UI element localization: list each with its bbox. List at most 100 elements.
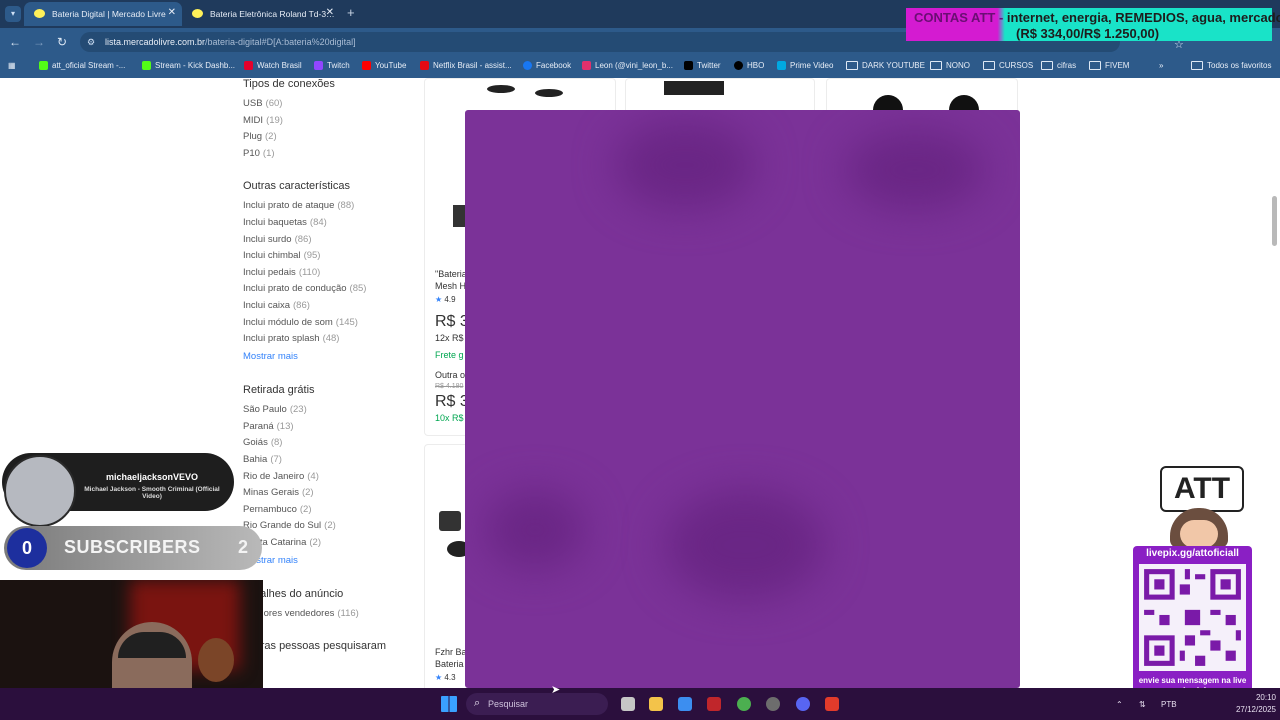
- bookmark-hbo[interactable]: HBO: [734, 61, 764, 70]
- bookmark-watch-brasil[interactable]: Watch Brasil: [244, 61, 302, 70]
- more-bookmarks-icon[interactable]: »: [1159, 61, 1163, 70]
- filter-item[interactable]: Inclui prato de ataque (88): [243, 200, 354, 211]
- filter-item[interactable]: Inclui prato de condução (85): [243, 283, 366, 294]
- bookmark-netflix[interactable]: Netflix Brasil - assist...: [420, 61, 512, 70]
- site-info-icon[interactable]: ⚙: [87, 37, 95, 48]
- all-bookmarks[interactable]: Todos os favoritos: [1191, 61, 1271, 70]
- taskbar-clock[interactable]: 20:10 27/12/2025: [1222, 692, 1276, 716]
- subscriber-counter: 0 SUBSCRIBERS 2: [4, 526, 262, 570]
- filter-item[interactable]: Rio Grande do Sul (2): [243, 520, 336, 531]
- bookmark-kick-att[interactable]: att_oficial Stream -...: [39, 61, 125, 70]
- guitar-image: [198, 638, 234, 682]
- filter-item[interactable]: Minas Gerais (2): [243, 487, 314, 498]
- product-installments-alt: 10x R$: [435, 413, 464, 423]
- filter-item[interactable]: Inclui caixa (86): [243, 300, 310, 311]
- chrome-icon[interactable]: [737, 697, 751, 711]
- folder-icon: [1089, 61, 1101, 70]
- att-logo: ATT: [1160, 466, 1244, 512]
- star-icon: ★: [435, 673, 443, 682]
- new-tab-icon[interactable]: +: [347, 5, 355, 20]
- bookmark-folder-cursos[interactable]: CURSOS: [983, 61, 1033, 70]
- kick-icon: [142, 61, 151, 70]
- tab-active[interactable]: Bateria Digital | Mercado Livre ✕: [24, 2, 182, 26]
- filter-item[interactable]: USB (60): [243, 98, 282, 109]
- reload-icon[interactable]: ↻: [57, 35, 67, 49]
- bookmarks-bar: ▦ att_oficial Stream -... Stream - Kick …: [0, 56, 1280, 78]
- banner-line-1: CONTAS ATT - internet, energia, REMEDIOS…: [914, 10, 1280, 25]
- bookmark-youtube[interactable]: YouTube: [362, 61, 406, 70]
- filter-item[interactable]: MIDI (19): [243, 115, 283, 126]
- now-playing-widget: michaeljacksonVEVO Michael Jackson - Smo…: [2, 453, 234, 527]
- bookmark-twitter[interactable]: Twitter: [684, 61, 721, 70]
- file-explorer-icon[interactable]: [649, 697, 663, 711]
- filter-item[interactable]: São Paulo (23): [243, 404, 307, 415]
- close-tab-icon[interactable]: ✕: [168, 7, 176, 18]
- pix-url: livepix.gg/attoficiall: [1146, 548, 1239, 559]
- mascot-face: [1180, 520, 1218, 548]
- taskbar-search[interactable]: ⌕ Pesquisar: [466, 693, 608, 715]
- app-icon[interactable]: [825, 697, 839, 711]
- product-price: R$ 3: [435, 313, 469, 330]
- back-icon[interactable]: ←: [9, 35, 21, 49]
- search-icon: ⌕: [474, 697, 481, 709]
- old-price: R$ 4.180: [435, 383, 464, 390]
- other-option: Outra o: [435, 370, 466, 380]
- bookmark-instagram[interactable]: Leon (@vini_leon_b...: [582, 61, 673, 70]
- subscriber-label: SUBSCRIBERS: [64, 537, 201, 557]
- page-scrollbar[interactable]: [1272, 196, 1277, 246]
- filter-item[interactable]: Inclui chimbal (95): [243, 250, 320, 261]
- clock-date: 27/12/2025: [1235, 705, 1276, 714]
- tab-inactive[interactable]: Bateria Eletrônica Roland Td-3… ✕: [182, 2, 340, 26]
- network-icon[interactable]: ⇅: [1139, 700, 1146, 709]
- folder-icon: [930, 61, 942, 70]
- product-title[interactable]: Fzhr Ba: [435, 647, 467, 657]
- product-subtitle: Bateria: [435, 659, 464, 669]
- now-playing-track: Michael Jackson - Smooth Criminal (Offic…: [84, 486, 220, 500]
- censor-overlay: [465, 110, 1020, 688]
- filter-item[interactable]: Inclui pedais (110): [243, 267, 320, 278]
- filter-item[interactable]: Rio de Janeiro (4): [243, 471, 319, 482]
- bookmark-facebook[interactable]: Facebook: [523, 61, 571, 70]
- product-subtitle: Mesh H: [435, 281, 467, 291]
- show-more-link[interactable]: Mostrar mais: [243, 351, 298, 362]
- close-tab-icon[interactable]: ✕: [326, 7, 334, 18]
- bookmark-kick-dashboard[interactable]: Stream - Kick Dashb...: [142, 61, 235, 70]
- star-icon: ★: [435, 295, 443, 304]
- microsoft-store-icon[interactable]: [678, 697, 692, 711]
- forward-icon[interactable]: →: [33, 35, 45, 49]
- obs-icon[interactable]: [766, 697, 780, 711]
- drum-module-image: [664, 81, 724, 95]
- bookmark-twitch[interactable]: Twitch: [314, 61, 350, 70]
- tab-list-button[interactable]: ▾: [5, 6, 21, 22]
- folder-icon: [983, 61, 995, 70]
- filter-item[interactable]: Paraná (13): [243, 421, 294, 432]
- filter-item[interactable]: Goiás (8): [243, 437, 282, 448]
- filter-item[interactable]: Inclui baquetas (84): [243, 217, 327, 228]
- discord-icon[interactable]: [796, 697, 810, 711]
- filter-item[interactable]: Plug (2): [243, 131, 277, 142]
- filter-item[interactable]: Inclui surdo (86): [243, 234, 312, 245]
- app-icon[interactable]: [707, 697, 721, 711]
- bookmark-folder-nono[interactable]: NONO: [930, 61, 970, 70]
- filter-item[interactable]: P10 (1): [243, 148, 275, 159]
- banner-line-2: (R$ 334,00/R$ 1.250,00): [1016, 26, 1160, 41]
- bookmark-folder-cifras[interactable]: cifras: [1041, 61, 1076, 70]
- language-indicator[interactable]: PTB: [1161, 700, 1177, 709]
- blur-blob: [665, 490, 825, 600]
- bookmark-prime-video[interactable]: Prime Video: [777, 61, 833, 70]
- bookmark-folder-fivem[interactable]: FIVEM: [1089, 61, 1129, 70]
- hbo-icon: [734, 61, 743, 70]
- tray-overflow-icon[interactable]: ⌃: [1116, 700, 1123, 709]
- filter-item[interactable]: Bahia (7): [243, 454, 282, 465]
- product-title[interactable]: "Bateria: [435, 269, 467, 279]
- blur-blob: [615, 120, 755, 210]
- filter-item[interactable]: Inclui prato splash (48): [243, 333, 339, 344]
- apps-grid-icon[interactable]: ▦: [8, 61, 16, 70]
- filter-item[interactable]: Pernambuco (2): [243, 504, 312, 515]
- filter-title-other: Outras características: [243, 180, 350, 192]
- task-view-icon[interactable]: [621, 697, 635, 711]
- filter-item[interactable]: Inclui módulo de som (145): [243, 317, 358, 328]
- product-rating: ★ 4.9: [435, 295, 456, 304]
- start-icon[interactable]: [441, 696, 457, 712]
- bookmark-folder-dark-youtube[interactable]: DARK YOUTUBE: [846, 61, 925, 70]
